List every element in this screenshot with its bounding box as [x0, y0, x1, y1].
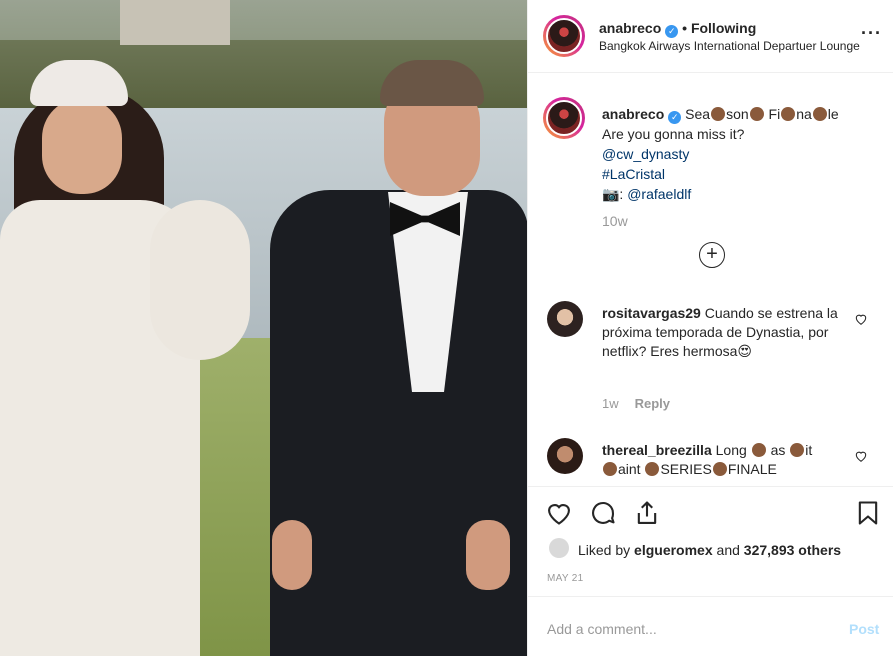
- clap-emoji-icon: [603, 462, 617, 476]
- author-avatar[interactable]: [543, 15, 585, 57]
- comment-word: Long: [715, 442, 747, 458]
- clap-emoji-icon: [711, 107, 726, 121]
- heart-icon[interactable]: [545, 499, 573, 527]
- photo-man-right-hand: [466, 520, 510, 590]
- photo-credit-link[interactable]: @rafaeldlf: [627, 186, 691, 202]
- caption-question: Are you gonna miss it?: [602, 126, 745, 142]
- comment-icon[interactable]: [589, 499, 617, 527]
- photo-woman-face: [42, 98, 122, 194]
- photo-man-left-hand: [272, 520, 312, 590]
- caption: anabreco ✓ Sea son Fi na le Are you gonna mi…: [602, 104, 882, 204]
- plus-circle-icon[interactable]: +: [699, 242, 725, 268]
- caption-word: na: [796, 106, 812, 122]
- clap-emoji-icon: [645, 462, 660, 476]
- photo-house: [120, 0, 230, 45]
- post-photo[interactable]: [0, 0, 527, 656]
- comment-word: SERIES: [660, 461, 712, 477]
- caption-word: Fi: [768, 106, 781, 122]
- clap-emoji-icon: [781, 107, 796, 121]
- caption-username[interactable]: anabreco: [602, 106, 664, 122]
- caption-word: son: [726, 106, 749, 122]
- comment-word: FINALE: [727, 461, 777, 477]
- like-comment-heart-icon[interactable]: [854, 312, 868, 326]
- following-button[interactable]: Following: [691, 20, 756, 36]
- comment-input[interactable]: Add a comment...: [547, 621, 657, 637]
- action-bar: Liked by elgueromex and 327,893 others M…: [528, 486, 893, 596]
- likes-middle: and: [712, 542, 744, 558]
- post-header: anabreco ✓ • Following Bangkok Airways In…: [528, 0, 893, 73]
- likes-count[interactable]: 327,893 others: [744, 542, 841, 558]
- verified-badge-icon: ✓: [665, 25, 679, 38]
- photo-man-hair: [380, 60, 484, 106]
- comment-word: as: [770, 442, 786, 458]
- comment-timestamp[interactable]: 1w: [602, 396, 619, 411]
- post-date[interactable]: MAY 21: [547, 573, 583, 584]
- caption-word: le: [827, 106, 839, 122]
- clap-emoji-icon: [749, 107, 764, 121]
- caption-timestamp[interactable]: 10w: [602, 213, 628, 229]
- clap-emoji-icon: [812, 107, 827, 121]
- instagram-post: anabreco ✓ • Following Bangkok Airways In…: [0, 0, 893, 656]
- comment-username[interactable]: rositavargas29: [602, 305, 701, 321]
- author-line: anabreco ✓ • Following: [599, 20, 756, 38]
- commenter-avatar[interactable]: [547, 438, 583, 474]
- comment-word: it: [805, 442, 813, 458]
- share-icon[interactable]: [633, 499, 661, 527]
- camera-credit-prefix: 📷:: [602, 186, 628, 202]
- caption-author-avatar[interactable]: [543, 97, 585, 139]
- post-side-panel: anabreco ✓ • Following Bangkok Airways In…: [527, 0, 893, 656]
- comment-word: aint: [618, 461, 641, 477]
- photo-woman-sleeve: [150, 200, 250, 360]
- likes-prefix: Liked by: [578, 542, 635, 558]
- separator-dot: •: [682, 20, 691, 36]
- comment-item: thereal_breezilla Long as it aint SERIES…: [602, 441, 852, 479]
- comment-username[interactable]: thereal_breezilla: [602, 442, 712, 458]
- location-link[interactable]: Bangkok Airways International Departuer …: [599, 39, 875, 53]
- clap-emoji-icon: [790, 443, 805, 457]
- clap-emoji-icon: [712, 462, 727, 476]
- author-username[interactable]: anabreco: [599, 20, 661, 36]
- add-comment-bar: Add a comment... Post: [528, 596, 893, 656]
- liker-username[interactable]: elgueromex: [634, 542, 713, 558]
- hashtag-link[interactable]: #LaCristal: [602, 166, 665, 182]
- comment-item: rositavargas29 Cuando se estrena la próx…: [602, 304, 852, 361]
- comment-meta: 1w Reply: [602, 396, 670, 411]
- likes-summary: Liked by elgueromex and 327,893 others: [578, 542, 841, 558]
- post-comment-button[interactable]: Post: [849, 621, 879, 637]
- like-comment-heart-icon[interactable]: [854, 449, 868, 463]
- heart-eyes-emoji-icon: 😍: [737, 343, 753, 359]
- reply-button[interactable]: Reply: [635, 396, 670, 411]
- more-options-icon[interactable]: ···: [861, 23, 882, 44]
- commenter-avatar[interactable]: [547, 301, 583, 337]
- verified-badge-icon: ✓: [668, 111, 682, 124]
- caption-word: Sea: [685, 106, 711, 122]
- liker-avatar[interactable]: [549, 538, 569, 558]
- bookmark-icon[interactable]: [854, 499, 882, 527]
- clap-emoji-icon: [751, 443, 766, 457]
- mention-link[interactable]: @cw_dynasty: [602, 146, 689, 162]
